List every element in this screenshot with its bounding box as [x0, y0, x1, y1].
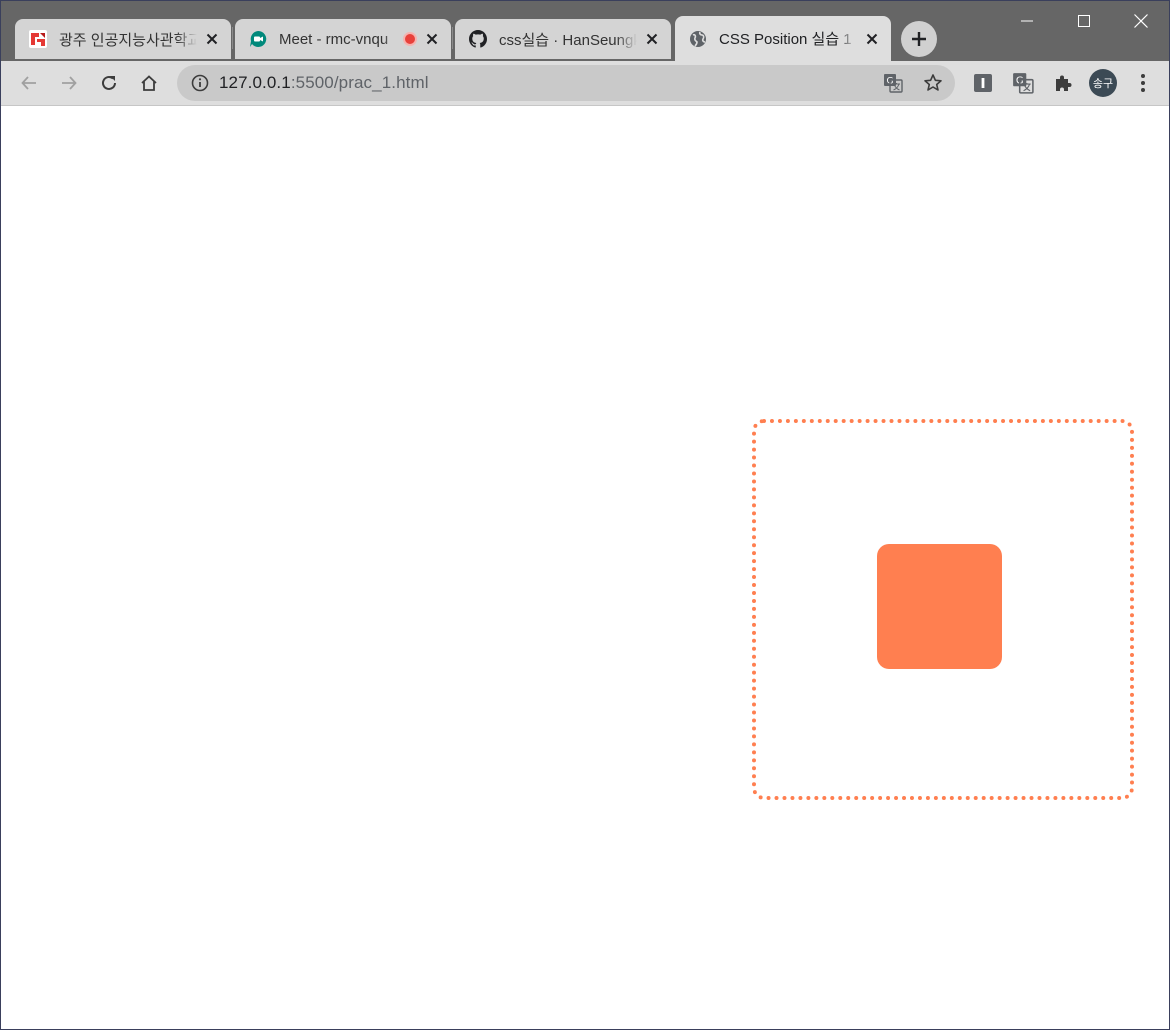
tab-title: css실습 · HanSeungku [499, 31, 637, 49]
tab-google-meet[interactable]: Meet - rmc-vnqu [235, 19, 451, 59]
menu-button[interactable] [1127, 67, 1159, 99]
tab-github[interactable]: css실습 · HanSeungku [455, 19, 671, 59]
home-button[interactable] [133, 67, 165, 99]
minimize-icon [1021, 20, 1033, 22]
tab-title: CSS Position 실습 1 [719, 31, 852, 48]
browser-toolbar: 127.0.0.1:5500/prac_1.html G G [1, 61, 1169, 106]
info-icon[interactable] [191, 74, 209, 92]
tab-title: Meet - rmc-vnqu [279, 30, 389, 48]
minimize-button[interactable] [999, 1, 1055, 41]
arrow-right-icon [62, 76, 77, 90]
close-tab-icon[interactable] [423, 30, 441, 48]
recording-indicator-icon [403, 32, 417, 46]
translate-icon: G [1013, 73, 1034, 94]
star-icon[interactable] [923, 73, 943, 93]
url-path: :5500/prac_1.html [290, 73, 429, 92]
page-viewport [1, 106, 1169, 1029]
tab-separator [452, 27, 453, 49]
tab-title: 광주 인공지능사관학교 [59, 31, 197, 49]
reload-icon [102, 75, 116, 90]
child-box [877, 544, 1002, 669]
maximize-icon [1078, 15, 1090, 27]
new-tab-button[interactable] [901, 21, 937, 57]
tab-css-position[interactable]: CSS Position 실습 1 [675, 16, 891, 61]
browser-window: 광주 인공지능사관학교 Meet - rmc-vnqu css실습 · HanS… [0, 0, 1170, 1030]
tab-gwangju-ai[interactable]: 광주 인공지능사관학교 [15, 19, 231, 59]
extension-instapaper-button[interactable] [967, 67, 999, 99]
gwangju-ai-favicon-icon [29, 30, 47, 48]
extensions-button[interactable] [1047, 67, 1079, 99]
globe-icon [689, 30, 707, 48]
reload-button[interactable] [93, 67, 125, 99]
translate-icon[interactable]: G [883, 73, 903, 93]
extension-i-icon [974, 74, 992, 92]
url-host: 127.0.0.1 [219, 73, 291, 92]
maximize-button[interactable] [1056, 1, 1112, 41]
close-window-button[interactable] [1113, 1, 1169, 41]
parent-box [752, 419, 1134, 800]
forward-button[interactable] [53, 67, 85, 99]
plus-icon [912, 32, 926, 46]
google-meet-icon [249, 30, 267, 48]
home-icon [141, 75, 157, 91]
profile-avatar[interactable]: 송구 [1089, 69, 1117, 97]
tab-strip: 광주 인공지능사관학교 Meet - rmc-vnqu css실습 · HanS… [1, 1, 1169, 61]
close-icon [1134, 14, 1148, 28]
close-tab-icon[interactable] [203, 30, 221, 48]
close-tab-icon[interactable] [643, 30, 661, 48]
close-tab-icon[interactable] [863, 30, 881, 48]
address-bar[interactable]: 127.0.0.1:5500/prac_1.html G [177, 65, 955, 101]
tab-separator [232, 27, 233, 49]
extension-translate-button[interactable]: G [1007, 67, 1039, 99]
puzzle-icon [1056, 75, 1072, 91]
more-vertical-icon [1141, 74, 1145, 92]
github-icon [469, 30, 487, 48]
back-button[interactable] [13, 67, 45, 99]
arrow-left-icon [21, 76, 36, 90]
url-text: 127.0.0.1:5500/prac_1.html [219, 73, 429, 93]
